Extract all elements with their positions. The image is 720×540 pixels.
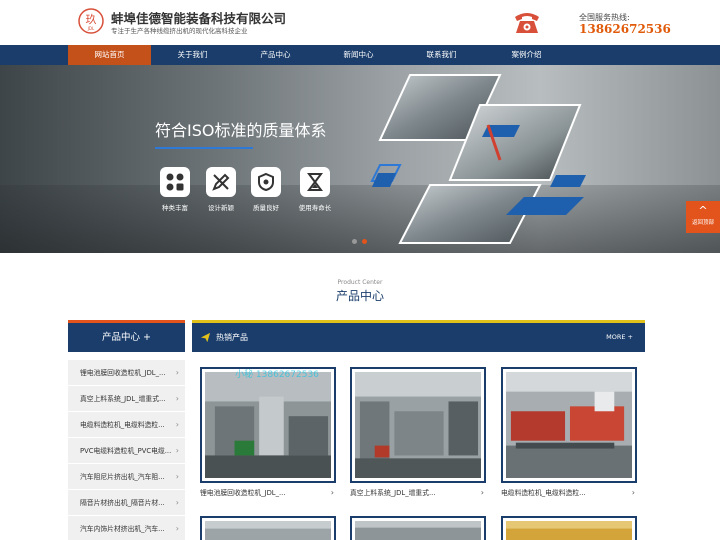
feature-label: 设计新颖 — [208, 204, 234, 212]
feature-lifespan: 使用寿命长 — [292, 167, 338, 212]
product-caption-text: 真空上料系统_JDL_增重式... — [350, 489, 436, 497]
product-photo — [205, 521, 331, 540]
sidebar-item-label: 隔音片材挤出机_隔音片材... — [80, 499, 165, 507]
shield-check-icon — [251, 167, 281, 197]
banner-factory-photos — [370, 74, 586, 244]
hourglass-icon — [300, 167, 330, 197]
product-caption[interactable]: 锂电池膜回收造粒机_JDL_... › — [200, 483, 336, 503]
product-image[interactable] — [501, 367, 637, 483]
product-card[interactable]: 锂电池膜回收造粒机_JDL_... › 小秘 13862672536 — [200, 367, 336, 503]
company-slogan: 专注于生产各种线缆挤出机的现代化高科技企业 — [111, 27, 248, 35]
section-title-zh: 产品中心 — [335, 289, 384, 303]
sidebar-item[interactable]: 汽车内饰片材挤出机_汽车... › — [68, 516, 185, 540]
hotline-number[interactable]: 13862672536 — [579, 22, 671, 36]
paper-plane-icon — [200, 332, 211, 343]
design-pencil-icon — [206, 167, 236, 197]
slide-dot-1[interactable] — [352, 239, 357, 244]
chevron-right-icon: › — [175, 524, 179, 533]
back-to-top-button[interactable]: ^ 返回顶部 — [686, 201, 720, 233]
product-photo — [506, 521, 632, 540]
sidebar-item[interactable]: PVC电缆料造粒机_PVC电缆... › — [68, 438, 185, 464]
svg-text:JDL: JDL — [87, 26, 95, 31]
site-header: 玖 JDL 蚌埠佳德智能装备科技有限公司 专注于生产各种线缆挤出机的现代化高科技… — [0, 0, 720, 45]
chevron-right-icon: › — [175, 368, 179, 377]
feature-label: 质量良好 — [253, 204, 279, 212]
product-caption-text: 电缆料造粒机_电缆料造粒... — [501, 489, 586, 497]
chevron-right-icon: › — [175, 420, 179, 429]
chevron-right-icon: › — [175, 446, 179, 455]
nav-item-news[interactable]: 新闻中心 — [317, 45, 400, 65]
nav-item-contact[interactable]: 联系我们 — [400, 45, 483, 65]
product-caption[interactable]: 电缆料造粒机_电缆料造粒... › — [501, 483, 637, 503]
company-logo-icon[interactable]: 玖 JDL — [78, 8, 104, 34]
sidebar-item[interactable]: 锂电池膜回收造粒机_JDL_... › — [68, 360, 185, 386]
section-title-en: Product Center — [337, 279, 383, 286]
chevron-right-icon: › — [330, 488, 334, 497]
slide-dot-2[interactable] — [362, 239, 367, 244]
product-card-partial[interactable] — [350, 516, 486, 540]
banner-title: 符合ISO标准的质量体系 — [155, 121, 327, 140]
sidebar-item[interactable]: 真空上料系统_JDL_增重式... › — [68, 386, 185, 412]
chevron-right-icon: › — [175, 394, 179, 403]
sidebar-item-label: 锂电池膜回收造粒机_JDL_... — [80, 369, 166, 377]
chevron-right-icon: › — [175, 472, 179, 481]
feature-quality: 质量良好 — [243, 167, 289, 212]
telephone-icon — [515, 13, 539, 33]
product-watermark: 小秘 13862672536 — [235, 370, 319, 380]
product-card-partial[interactable] — [501, 516, 637, 540]
chevron-right-icon: › — [480, 488, 484, 497]
banner-underline — [155, 147, 253, 149]
product-card[interactable]: 真空上料系统_JDL_增重式... › — [350, 367, 486, 503]
nav-item-cases[interactable]: 案例介绍 — [485, 45, 568, 65]
feature-design: 设计新颖 — [198, 167, 244, 212]
hot-products-title: 热销产品 — [216, 333, 248, 342]
apps-grid-icon — [160, 167, 190, 197]
sidebar-item[interactable]: 电缆料造粒机_电缆料造粒... › — [68, 412, 185, 438]
feature-label: 种类丰富 — [162, 204, 188, 212]
sidebar-item-label: 汽车内饰片材挤出机_汽车... — [80, 525, 165, 533]
main-nav: 网站首页 关于我们 产品中心 新闻中心 联系我们 案例介绍 — [0, 45, 720, 65]
sidebar-title[interactable]: 产品中心 + — [68, 320, 185, 352]
product-card-partial[interactable] — [200, 516, 336, 540]
product-photo — [205, 372, 331, 478]
product-card[interactable]: 电缆料造粒机_电缆料造粒... › — [501, 367, 637, 503]
chevron-right-icon: › — [631, 488, 635, 497]
nav-item-home[interactable]: 网站首页 — [68, 45, 151, 65]
feature-label: 使用寿命长 — [298, 204, 332, 212]
nav-item-products[interactable]: 产品中心 — [234, 45, 317, 65]
sidebar-item-label: 汽车阻尼片挤出机_汽车阻... — [80, 473, 165, 481]
feature-variety: 种类丰富 — [152, 167, 198, 212]
sidebar-item[interactable]: 隔音片材挤出机_隔音片材... › — [68, 490, 185, 516]
nav-item-about[interactable]: 关于我们 — [151, 45, 234, 65]
back-to-top-label: 返回顶部 — [691, 220, 714, 226]
more-link[interactable]: MORE + — [606, 323, 633, 352]
product-photo — [506, 372, 632, 478]
chevron-right-icon: › — [175, 498, 179, 507]
hot-products-header: 热销产品 MORE + — [192, 320, 645, 352]
svg-text:玖: 玖 — [86, 13, 97, 26]
product-photo — [355, 372, 481, 478]
sidebar-item-label: 电缆料造粒机_电缆料造粒... — [80, 421, 165, 429]
hero-banner[interactable]: 符合ISO标准的质量体系 种类丰富 设计新颖 质量良好 使用寿命长 — [0, 65, 720, 253]
product-image[interactable] — [200, 367, 336, 483]
chevron-up-icon: ^ — [698, 204, 708, 217]
product-photo — [355, 521, 481, 540]
sidebar-item[interactable]: 汽车阻尼片挤出机_汽车阻... › — [68, 464, 185, 490]
sidebar-item-label: PVC电缆料造粒机_PVC电缆... — [80, 447, 172, 455]
sidebar-item-label: 真空上料系统_JDL_增重式... — [80, 395, 166, 403]
product-caption-text: 锂电池膜回收造粒机_JDL_... — [200, 489, 286, 497]
product-image[interactable] — [350, 367, 486, 483]
product-caption[interactable]: 真空上料系统_JDL_增重式... › — [350, 483, 486, 503]
